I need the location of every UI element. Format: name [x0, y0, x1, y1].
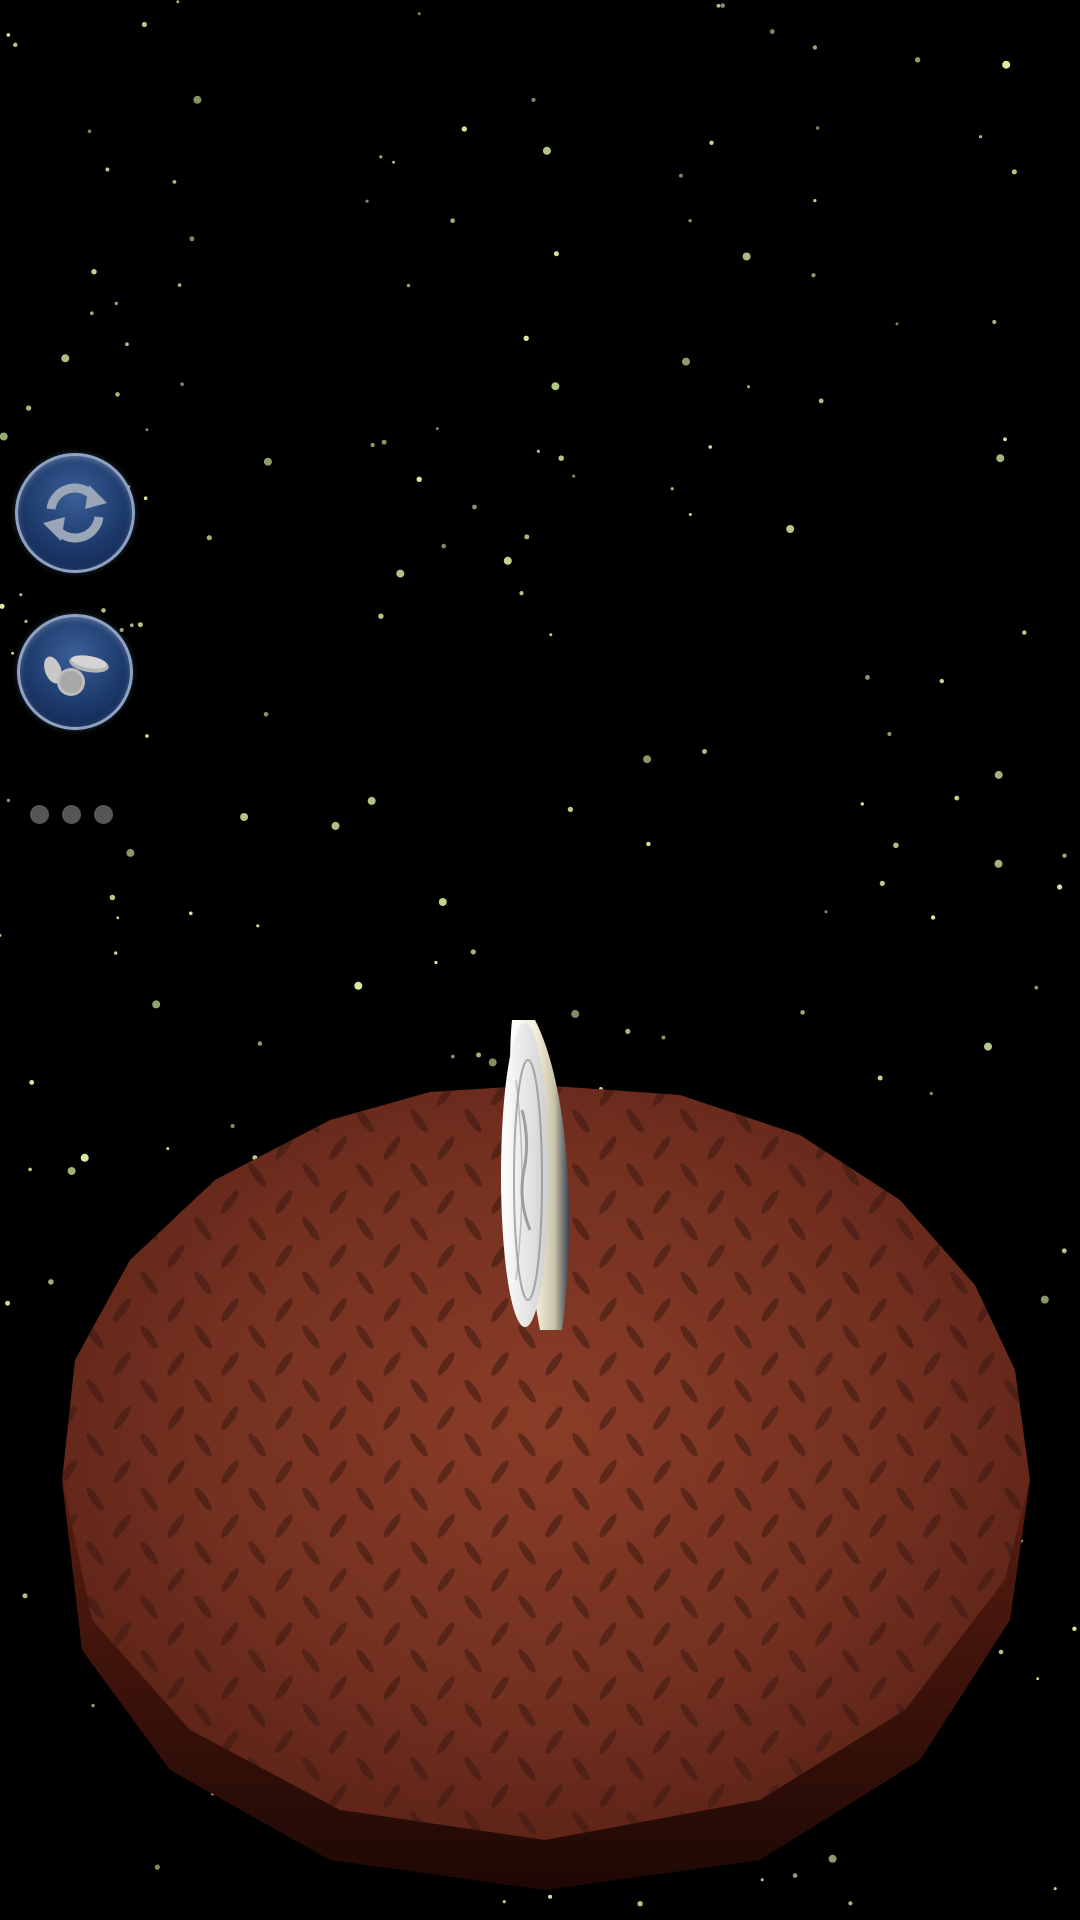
coin-select-button[interactable]	[17, 614, 133, 730]
stage	[62, 1020, 1030, 1890]
more-dots-icon	[94, 804, 113, 824]
refresh-icon	[43, 483, 107, 543]
coin[interactable]	[501, 1020, 570, 1330]
more-dots-icon	[62, 804, 81, 824]
game-scene[interactable]	[0, 0, 1080, 1920]
more-menu-button[interactable]	[26, 800, 126, 828]
coins-icon	[44, 655, 109, 696]
more-dots-icon	[30, 804, 49, 824]
reset-button[interactable]	[15, 453, 135, 573]
